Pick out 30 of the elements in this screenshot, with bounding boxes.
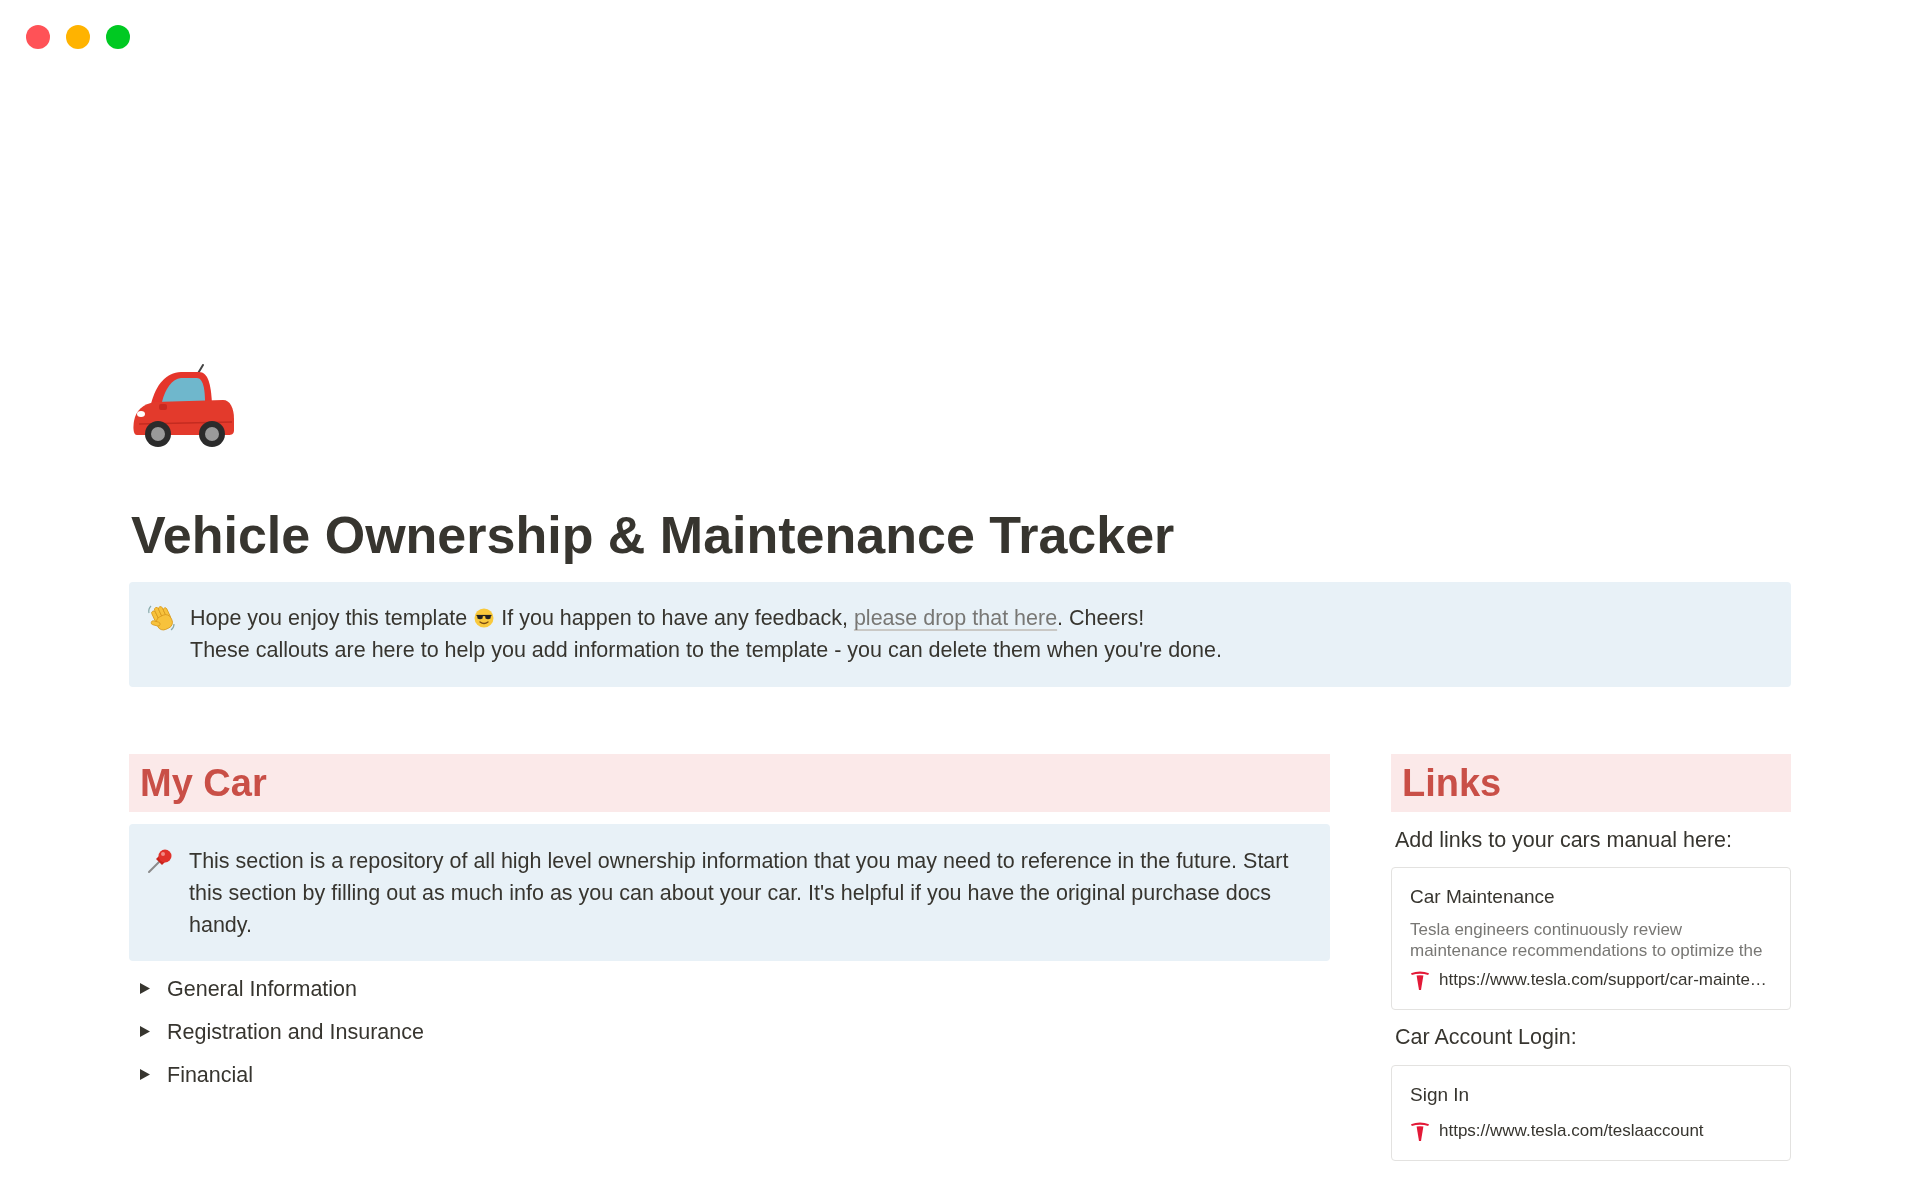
waving-hand-icon bbox=[147, 604, 175, 632]
callout-text: Hope you enjoy this template bbox=[190, 606, 468, 630]
toggle-label[interactable]: Financial bbox=[167, 1059, 254, 1090]
close-button[interactable] bbox=[26, 25, 50, 49]
sunglasses-face-icon bbox=[474, 608, 495, 628]
t-logo-icon bbox=[1410, 1121, 1430, 1141]
t-logo-icon bbox=[1410, 970, 1430, 990]
section-heading: My Car bbox=[129, 754, 1330, 812]
bookmark-card[interactable]: Sign In https://www.tesla.com/teslaaccount bbox=[1391, 1065, 1791, 1161]
section-label: Car Account Login: bbox=[1394, 1024, 1577, 1051]
bookmark-card[interactable]: Car Maintenance Tesla engineers continuously review maintenance recommendations to optimize the https://www.tesla.com/support/car-mainte… bbox=[1391, 867, 1791, 1010]
callout-text: If you happen to have any feedback, please drop that here. Cheers! bbox=[501, 606, 1145, 630]
bookmark-url: https://www.tesla.com/teslaaccount bbox=[1439, 1121, 1704, 1141]
toggle-label[interactable]: Registration and Insurance bbox=[167, 1016, 424, 1047]
section-label: Add links to your cars manual here: bbox=[1394, 827, 1732, 854]
pushpin-icon bbox=[147, 848, 173, 874]
toggle-triangle-icon[interactable] bbox=[140, 1026, 150, 1037]
bookmark-url: https://www.tesla.com/support/car-mainte… bbox=[1439, 970, 1767, 990]
page-title: Vehicle Ownership & Maintenance Tracker bbox=[130, 505, 1175, 565]
car-icon bbox=[131, 364, 237, 448]
callout-text: These callouts are here to help you add information to the template - you can delete them when you're done. bbox=[190, 637, 1223, 664]
toggle-triangle-icon[interactable] bbox=[140, 1069, 150, 1080]
toggle-label[interactable]: General Information bbox=[167, 973, 357, 1004]
feedback-link[interactable]: please drop that here bbox=[853, 606, 1058, 630]
bookmark-title: Sign In bbox=[1410, 1083, 1470, 1107]
bookmark-description: Tesla engineers continuously review maintenance recommendations to optimize the bbox=[1410, 919, 1763, 961]
callout-text: This section is a repository of all high level ownership information that you may need to reference in the future. Start this section by filling out as much info as you can about your car. It's helpful if you have the original purchase docs handy. bbox=[189, 848, 1290, 939]
section-heading: Links bbox=[1391, 754, 1791, 812]
toggle-triangle-icon[interactable] bbox=[140, 983, 150, 994]
bookmark-title: Car Maintenance bbox=[1410, 885, 1555, 909]
